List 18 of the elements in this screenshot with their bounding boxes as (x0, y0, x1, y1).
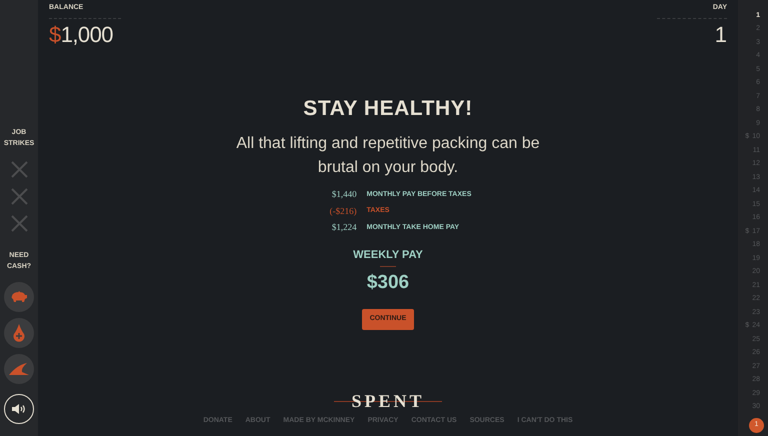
breakdown-amount: $1,440 (330, 188, 357, 201)
weekly-pay-amount: $306 (366, 271, 410, 295)
cash-option-button[interactable] (4, 318, 34, 348)
message-text: All that lifting and repetitive packing can be brutal on your body. (235, 134, 541, 178)
day-number: 1 (714, 20, 727, 48)
message-title: STAY HEALTHY! (303, 96, 473, 122)
spent-logo: SPENT (351, 390, 425, 410)
breakdown-amount: (-$216) (328, 204, 357, 218)
speaker-icon (12, 403, 26, 415)
breakdown-amount: $1,224 (330, 221, 357, 234)
cash-option-button[interactable] (4, 354, 34, 384)
sound-button[interactable] (4, 394, 34, 424)
shark-fin-icon (9, 363, 29, 375)
cash-option-button[interactable] (4, 282, 34, 312)
balance-amount: $1,000 (49, 20, 114, 48)
weekly-pay-label: WEEKLY PAY (353, 248, 423, 262)
piggy-bank-icon (10, 290, 28, 304)
drop-plus-icon (12, 324, 26, 342)
